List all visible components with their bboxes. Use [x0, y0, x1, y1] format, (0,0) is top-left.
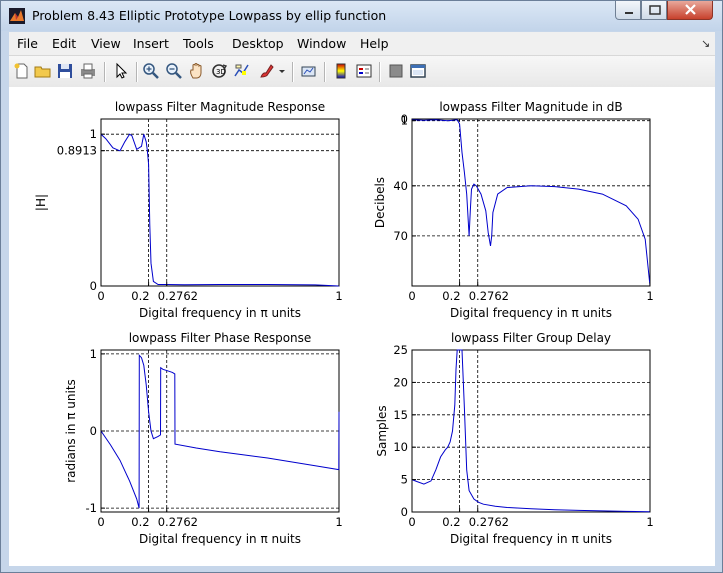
y-tick-label: 25 — [393, 343, 408, 357]
x-tick-label: 0.2 — [442, 289, 460, 303]
y-tick-label: 0 — [401, 112, 408, 126]
toolbar-separator — [104, 62, 106, 82]
title-bar[interactable]: Problem 8.43 Elliptic Prototype Lowpass … — [1, 1, 722, 31]
y-tick-label: 0 — [90, 279, 97, 293]
y-tick-label: 20 — [393, 375, 408, 389]
x-tick-label: 0.2 — [131, 515, 149, 529]
axes-box[interactable] — [411, 349, 651, 513]
y-axis-label: radians in π units — [64, 379, 78, 483]
zoom-in-icon[interactable] — [142, 62, 160, 80]
figure-toolbar: 3D — [9, 55, 715, 88]
x-tick-label: 0 — [408, 515, 415, 529]
print-icon[interactable] — [79, 62, 97, 80]
brush-icon[interactable] — [258, 62, 276, 80]
y-tick-label: 40 — [393, 179, 408, 193]
x-tick-label: 1 — [646, 289, 653, 303]
axes-box[interactable] — [100, 118, 340, 287]
data-cursor-icon[interactable] — [233, 62, 251, 80]
toolbar-separator — [324, 62, 326, 82]
hide-plot-tools-icon[interactable] — [387, 62, 405, 80]
pan-icon[interactable] — [188, 62, 206, 80]
y-axis-label: Decibels — [373, 177, 387, 228]
menu-help[interactable]: Help — [360, 36, 389, 51]
x-tick-label: 0.2762 — [158, 515, 198, 529]
minimize-button[interactable] — [615, 1, 641, 20]
x-tick-label: 0.2762 — [469, 289, 509, 303]
rotate-3d-icon[interactable]: 3D — [210, 62, 228, 80]
figure-plots: 0 0.2 0.2762 100.89131lowpass Filter Magnit… — [34, 100, 654, 546]
menu-window[interactable]: Window — [297, 36, 346, 51]
x-axis-label: Digital frequency in π units — [450, 532, 612, 546]
menu-tools[interactable]: Tools — [183, 36, 214, 51]
svg-text:3D: 3D — [216, 68, 226, 76]
y-tick-label: 0.8913 — [57, 144, 97, 158]
close-button[interactable] — [667, 1, 713, 20]
x-tick-label: 0 — [408, 289, 415, 303]
y-axis-label: |H| — [34, 194, 48, 211]
x-tick-label: 0.2762 — [158, 289, 198, 303]
y-tick-label: 1 — [90, 347, 97, 361]
axes-title: lowpass Filter Group Delay — [451, 331, 611, 345]
minimize-icon — [625, 12, 633, 14]
x-tick-label: 0.2 — [442, 515, 460, 529]
menu-desktop[interactable]: Desktop — [232, 36, 284, 51]
link-plot-icon[interactable] — [300, 62, 318, 80]
brush-dropdown-icon[interactable] — [277, 62, 287, 80]
close-icon — [685, 4, 696, 15]
x-axis-label: Digital frequency in π nuits — [139, 532, 301, 546]
y-tick-label: 15 — [393, 408, 408, 422]
y-tick-label: 0 — [90, 424, 97, 438]
toolbar-separator — [136, 62, 138, 82]
x-tick-label: 1 — [335, 515, 342, 529]
figure-window: Problem 8.43 Elliptic Prototype Lowpass … — [0, 0, 723, 573]
x-tick-label: 1 — [335, 289, 342, 303]
y-tick-label: 0 — [401, 505, 408, 519]
x-tick-label: 0 — [97, 515, 104, 529]
axes-title: lowpass Filter Phase Response — [129, 331, 312, 345]
x-tick-label: 0.2 — [131, 289, 149, 303]
y-tick-label: 1 — [90, 127, 97, 141]
menu-dock-arrow-icon[interactable]: ↘ — [701, 37, 710, 50]
axes-box[interactable] — [411, 118, 651, 287]
y-tick-label: 10 — [393, 440, 408, 454]
pointer-icon[interactable] — [112, 62, 130, 80]
x-tick-label: 1 — [646, 515, 653, 529]
figure-canvas: 0 0.2 0.2762 1 0 0.8913 1 lowpass Filter Magnit… — [9, 87, 715, 566]
matlab-figure-icon — [9, 8, 25, 24]
maximize-icon — [649, 5, 661, 15]
x-axis-label: Digital frequency in π units — [450, 306, 612, 320]
maximize-button[interactable] — [641, 1, 667, 20]
legend-icon[interactable] — [355, 62, 373, 80]
menu-bar: File Edit View Insert Tools Desktop Wind… — [9, 32, 715, 55]
x-tick-label: 0.2762 — [469, 515, 509, 529]
new-figure-icon[interactable] — [13, 62, 31, 80]
x-axis-label: Digital frequency in π units — [139, 306, 301, 320]
axes-title: lowpass Filter Magnitude in dB — [439, 100, 622, 114]
show-plot-tools-icon[interactable] — [409, 62, 427, 80]
axes-title: lowpass Filter Magnitude Response — [115, 100, 325, 114]
zoom-out-icon[interactable] — [165, 62, 183, 80]
y-axis-label: Samples — [375, 405, 389, 456]
menu-file[interactable]: File — [17, 36, 38, 51]
y-tick-label: 5 — [401, 473, 408, 487]
window-title: Problem 8.43 Elliptic Prototype Lowpass … — [32, 8, 387, 23]
open-file-icon[interactable] — [34, 62, 52, 80]
menu-insert[interactable]: Insert — [133, 36, 169, 51]
colorbar-icon[interactable] — [332, 62, 350, 80]
toolbar-separator — [379, 62, 381, 82]
x-tick-label: 0 — [97, 289, 104, 303]
menu-view[interactable]: View — [91, 36, 121, 51]
y-tick-label: 70 — [393, 229, 408, 243]
y-tick-label: -1 — [86, 501, 97, 515]
save-icon[interactable] — [56, 62, 74, 80]
menu-edit[interactable]: Edit — [52, 36, 76, 51]
toolbar-separator — [292, 62, 294, 82]
